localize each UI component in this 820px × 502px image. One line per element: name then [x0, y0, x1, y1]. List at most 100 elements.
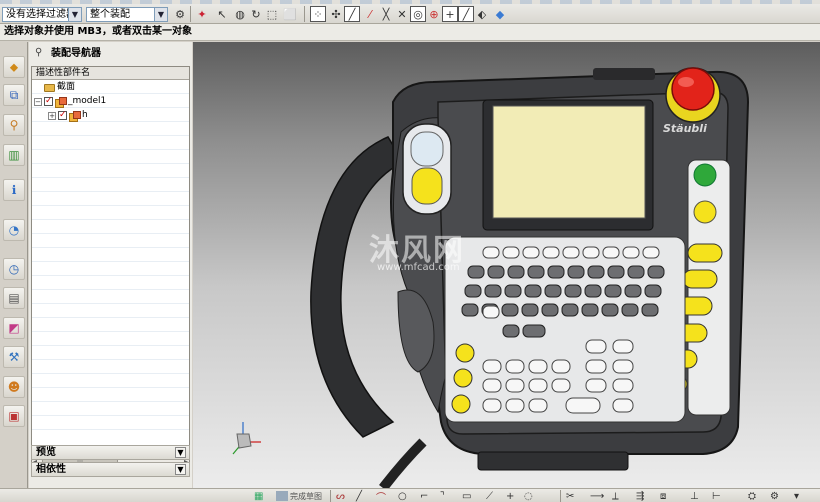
tree-node-model1[interactable]: − ✓ _model1	[34, 95, 106, 108]
corner-icon[interactable]: ⟂	[612, 489, 619, 502]
tree-node-label: h	[82, 110, 88, 120]
reuse-library-icon[interactable]: ▥	[3, 144, 25, 166]
roles-icon[interactable]: ☻	[3, 376, 25, 398]
dependency-section-label: 相依性	[36, 464, 66, 475]
yellow-key	[693, 200, 717, 224]
cable	[379, 438, 427, 488]
face-point-icon[interactable]: ⬖	[474, 6, 490, 22]
tree-node-label: 截面	[57, 82, 76, 92]
assembly-navigator-icon[interactable]: ⬥	[3, 56, 25, 78]
ellipse-icon[interactable]: ◌	[524, 489, 533, 502]
part-navigator-icon[interactable]: ⚲	[3, 114, 25, 136]
preview-section[interactable]: 预览 ▼	[31, 445, 190, 460]
trim-icon[interactable]: ✂	[566, 489, 574, 502]
midpoint-icon[interactable]: ⁄	[362, 6, 378, 22]
rectangle-select-icon[interactable]: ⬜	[282, 6, 298, 22]
assembly-tree: 描述性部件名 截面 − ✓ _model1 + ✓ h ◂ ||| ▸	[31, 66, 190, 468]
yellow-pill-key	[682, 269, 718, 289]
assembly-icon	[69, 110, 81, 122]
point-icon[interactable]: +	[506, 489, 514, 502]
navigator-title: ⚲ 装配导航器	[29, 42, 192, 66]
folder-icon	[44, 83, 55, 92]
arc-icon[interactable]: ⌒	[376, 489, 386, 502]
expand-icon[interactable]: +	[48, 111, 56, 120]
point-snap-icon[interactable]: ⁘	[310, 6, 326, 22]
chevron-down-icon[interactable]: ▼	[175, 447, 186, 458]
chevron-down-icon[interactable]: ▼	[175, 464, 186, 475]
estop-highlight	[678, 77, 694, 87]
main-toolbar: 没有选择过滤器 ▼ 整个装配 ▼ ⚙ ✦ ↖ ◍ ↻ ⬚ ⬜ ⁘ ✣ ╱ ⁄ ╳…	[0, 0, 820, 24]
toolbar-separator	[304, 6, 305, 22]
checkbox-checked-icon[interactable]: ✓	[58, 111, 67, 120]
toolbar-separator	[560, 490, 561, 502]
fillet-icon[interactable]: ⌐	[420, 489, 428, 502]
assembly-scope-dropdown[interactable]: 整个装配 ▼	[86, 7, 168, 22]
sketch-icon[interactable]: ▦	[254, 489, 263, 502]
enable-switch-bottom	[411, 167, 443, 205]
watermark-url: www.mfcad.com	[377, 262, 460, 273]
arc-center-icon[interactable]: ◎	[410, 6, 426, 22]
assembly-navigator-panel: ⚲ 装配导航器 描述性部件名 截面 − ✓ _model1 + ✓ h ◂	[29, 42, 192, 488]
constraint-icon[interactable]: ⊥	[690, 489, 699, 502]
keypad-panel	[444, 236, 686, 423]
offset-icon[interactable]: ⇶	[636, 489, 644, 502]
collapse-icon[interactable]: −	[34, 97, 42, 106]
display-constraints-icon[interactable]: ⛭	[748, 489, 756, 502]
profile-icon[interactable]: ᔕ	[336, 489, 345, 502]
polygon-icon[interactable]: ⟋	[486, 489, 493, 502]
graphics-viewport[interactable]: Stäubli 沐风网 www.mfcad.com	[193, 42, 820, 488]
yellow-round-key	[455, 343, 475, 363]
rectangle-icon[interactable]: ▭	[462, 489, 471, 502]
tree-node-h[interactable]: + ✓ h	[48, 109, 88, 122]
system-scenes-icon[interactable]: ▣	[3, 405, 25, 427]
yellow-pill-key	[687, 243, 723, 263]
auto-constrain-icon[interactable]: ⚙	[770, 489, 779, 502]
existing-point-icon[interactable]: +	[442, 6, 458, 22]
filter-reset-icon[interactable]: ⚙	[172, 6, 188, 22]
column-header[interactable]: 描述性部件名	[32, 67, 189, 80]
enable-switch-top	[410, 131, 444, 167]
finish-sketch-button[interactable]: 完成草图	[276, 489, 322, 502]
dependency-section[interactable]: 相依性 ▼	[31, 462, 190, 477]
line-icon[interactable]: ╱	[356, 489, 362, 502]
line-snap-icon[interactable]: ╱	[344, 6, 360, 22]
sketch-toolbar: ▦ 完成草图 ᔕ ╱ ⌒ ○ ⌐ ⌝ ▭ ⟋ + ◌ ✂ ⟶ ⟂ ⇶ ⧈ ⊥ ⊢…	[0, 488, 820, 502]
select-icon[interactable]: ↖	[214, 6, 230, 22]
pin-icon[interactable]: ⚲	[35, 48, 45, 58]
toolbar-strip	[0, 0, 820, 4]
visual-palette-icon[interactable]: ◩	[3, 317, 25, 339]
display-screen	[492, 105, 646, 219]
constraint-navigator-icon[interactable]: ⧉	[3, 84, 25, 106]
solid-view-icon[interactable]: ◆	[492, 6, 508, 22]
extend-icon[interactable]: ⟶	[590, 489, 604, 502]
checkbox-checked-icon[interactable]: ✓	[44, 97, 53, 106]
resource-bar: ⬥ ⧉ ⚲ ▥ ℹ ◔ ◷ ▤ ◩ ⚒ ☻ ▣	[0, 42, 28, 488]
feature-icon[interactable]: ◍	[232, 6, 248, 22]
component-icon[interactable]: ⬚	[264, 6, 280, 22]
chevron-down-icon[interactable]: ▼	[68, 8, 81, 21]
tree-rows: 截面 − ✓ _model1 + ✓ h	[32, 80, 189, 440]
handle-strap	[310, 136, 405, 438]
rotate-icon[interactable]: ↻	[248, 6, 264, 22]
tree-node-section[interactable]: 截面	[44, 81, 75, 94]
process-studio-icon[interactable]: ⚒	[3, 346, 25, 368]
dimension-icon[interactable]: ⊢	[712, 489, 721, 502]
intersection-icon[interactable]: ✕	[394, 6, 410, 22]
control-point-icon[interactable]: ╳	[378, 6, 394, 22]
chamfer-icon[interactable]: ⌝	[440, 489, 445, 502]
more-tools-icon[interactable]: ▾	[794, 489, 799, 502]
system-materials-icon[interactable]: ▤	[3, 287, 25, 309]
history-icon[interactable]: ◷	[3, 258, 25, 280]
chevron-down-icon[interactable]: ▼	[154, 8, 167, 21]
selection-filter-dropdown[interactable]: 没有选择过滤器 ▼	[2, 7, 82, 22]
yellow-round-key	[451, 394, 471, 414]
mirror-icon[interactable]: ⧈	[660, 489, 666, 502]
info-icon[interactable]: ℹ	[3, 179, 25, 201]
circle-icon[interactable]: ○	[398, 489, 407, 502]
curve-point-icon[interactable]: ╱	[458, 6, 474, 22]
web-browser-icon[interactable]: ◔	[3, 219, 25, 241]
endpoint-icon[interactable]: ✣	[328, 6, 344, 22]
quadrant-icon[interactable]: ⊕	[426, 6, 442, 22]
snap-icon[interactable]: ✦	[194, 6, 210, 22]
top-lug	[593, 68, 655, 80]
